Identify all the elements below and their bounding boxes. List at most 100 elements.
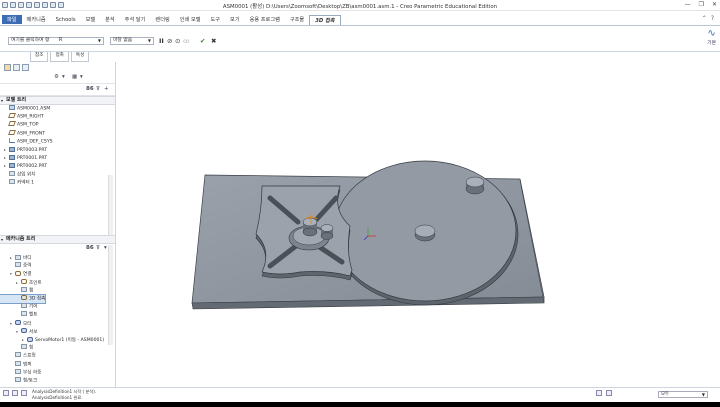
tree-item[interactable]: ASM_DEF_CSYS: [0, 137, 53, 146]
ok-button[interactable]: ✔: [200, 37, 205, 45]
menu-tab[interactable]: 파일: [2, 15, 22, 24]
tree-item[interactable]: 스프링: [0, 352, 36, 360]
show-icon[interactable]: 86: [86, 245, 94, 251]
menu-tab[interactable]: Schools: [51, 16, 81, 24]
tree-item[interactable]: 중력: [0, 262, 31, 270]
contact-3d-icon: [21, 295, 27, 300]
tree-item[interactable]: 댐퍼: [0, 360, 31, 369]
tree-item-label: 벨트: [29, 312, 38, 318]
restore-button[interactable]: ❐: [699, 1, 704, 8]
tree-item[interactable]: 커넥터 1: [0, 178, 34, 187]
tree-item[interactable]: 힘/토크: [0, 377, 37, 385]
tree-columns-icon[interactable]: ▦: [72, 74, 77, 80]
tree-item[interactable]: 3D 접촉: [0, 294, 47, 304]
tree-item[interactable]: ▾ 연결: [0, 270, 31, 278]
chevron-down-icon[interactable]: ▾: [62, 74, 65, 80]
ribbon-collapse-icon[interactable]: ⌃: [702, 15, 707, 22]
navigator-toggle-icon[interactable]: [3, 390, 9, 396]
browser-toggle-icon[interactable]: [12, 390, 18, 396]
tree-settings-icon[interactable]: ⚙: [54, 74, 59, 80]
tree-item[interactable]: ▸ 조인트: [0, 279, 42, 287]
menu-tab[interactable]: 주석 달기: [120, 15, 151, 24]
mechanism-tree-scrollbar[interactable]: [108, 245, 113, 345]
drive-pin[interactable]: [465, 176, 485, 195]
large-disc[interactable]: [333, 160, 519, 306]
tree-item-label: 바디: [23, 256, 32, 261]
model-tree-header[interactable]: ▾ 모델 트리: [0, 96, 115, 105]
menu-tab[interactable]: 분석: [100, 15, 120, 24]
appearance-control[interactable]: ∿ 기본: [707, 29, 716, 47]
close-button[interactable]: ✕: [712, 1, 717, 8]
ribbon-subtab[interactable]: 접촉: [50, 52, 69, 62]
friction-type-dropdown[interactable]: 마찰 없음 ▼: [110, 37, 154, 45]
tree-item-label: PRT0003.PRT: [17, 148, 48, 153]
tree-item[interactable]: 벨트: [0, 311, 37, 319]
help-area: ⌃ ?: [702, 15, 714, 22]
minimize-button[interactable]: —: [685, 1, 691, 8]
tree-item[interactable]: 기어: [0, 303, 37, 311]
menu-tab[interactable]: 보기: [225, 15, 245, 24]
tree-item[interactable]: ▾ 모터: [0, 320, 31, 328]
tree-item[interactable]: ▸ PRT0002.PRT: [0, 162, 47, 170]
tree-item[interactable]: ▸ PRT0003.PRT: [0, 146, 47, 154]
filter-icon[interactable]: ⊽: [96, 86, 100, 92]
chevron-down-icon: ▼: [701, 392, 705, 397]
tree-item[interactable]: ASM_RIGHT: [0, 113, 44, 121]
tree-item-label: ASM0001.ASM: [17, 106, 51, 112]
preview-icon[interactable]: ⊘: [167, 37, 172, 45]
pause-button[interactable]: II: [159, 37, 164, 45]
selection-tool-icon[interactable]: [606, 390, 612, 396]
selection-filter-dropdown[interactable]: 모두 ▼: [658, 391, 708, 398]
tree-item[interactable]: 힘: [0, 344, 33, 352]
status-message-2: AnalysisDefinition1 완료.: [32, 395, 83, 400]
menu-tab[interactable]: 응용 프로그램: [245, 15, 285, 24]
menu-tab[interactable]: 렌더링: [150, 15, 174, 24]
tree-item[interactable]: ▸ 바디: [0, 254, 31, 262]
connector-icon: [9, 178, 15, 184]
part-icon: [9, 154, 15, 160]
model-tree-tab-icon[interactable]: [4, 64, 11, 71]
collapse-icon: ▾: [1, 98, 4, 103]
show-icon[interactable]: 86: [86, 86, 94, 92]
ribbon-subtab[interactable]: 참조: [30, 52, 49, 62]
menu-tab[interactable]: 도구: [206, 15, 226, 24]
favorites-tab-icon[interactable]: [22, 64, 29, 71]
tree-item-label: 기어: [29, 304, 38, 310]
folder-browser-tab-icon[interactable]: [13, 64, 20, 71]
cancel-button[interactable]: ✖: [211, 37, 216, 45]
model-tree-scrollbar[interactable]: [108, 175, 113, 241]
tree-item[interactable]: ▸ PRT0001.PRT: [0, 154, 47, 162]
graphics-viewport[interactable]: [118, 62, 720, 387]
reference-collector[interactable]: 여기를 클릭하여 항 R ▼: [8, 37, 104, 45]
menu-tab[interactable]: 3D 접촉: [309, 14, 341, 25]
help-icon[interactable]: ?: [711, 15, 714, 22]
tree-item-label: ASM_RIGHT: [17, 114, 44, 120]
tree-item[interactable]: 캠: [0, 286, 33, 295]
tree-item[interactable]: ASM_FRONT: [0, 129, 45, 138]
verify-icon[interactable]: ⊙: [175, 37, 180, 45]
tree-item[interactable]: 부싱 하중: [0, 368, 41, 377]
contact-3d-ribbon: 여기를 클릭하여 항 R ▼ 마찰 없음 ▼ II ⊘ ⊙ ꝏ ✔ ✖ ∿ 기본: [0, 25, 720, 52]
mechanism-tree-header[interactable]: ▾ 메카니즘 트리: [0, 235, 115, 244]
chevron-down-icon[interactable]: ▾: [104, 245, 107, 251]
tree-item[interactable]: ▸ ServoMotor1 (이동 - ASM0001): [0, 336, 104, 344]
assembly-model-view[interactable]: [118, 62, 720, 387]
menu-tab[interactable]: 구조물: [285, 15, 309, 24]
tree-item[interactable]: ASM0001.ASM: [0, 105, 50, 113]
gravity-icon: [15, 262, 21, 268]
add-icon[interactable]: +: [104, 86, 109, 92]
title-bar: ASM0001 (활성) D:\Users\Zoomsoft\Desktop\Z…: [0, 0, 720, 11]
tree-item[interactable]: ▾ 서보: [0, 328, 37, 336]
tree-item[interactable]: ASM_TOP: [0, 121, 39, 129]
filter-icon[interactable]: ⊽: [96, 245, 100, 251]
chevron-down-icon[interactable]: ▾: [80, 74, 83, 80]
tree-item[interactable]: 삽입 위치: [0, 170, 35, 179]
fullscreen-icon[interactable]: [21, 390, 27, 396]
insert-here-icon: [9, 170, 15, 176]
menu-tab[interactable]: 인쇄 모델: [175, 15, 206, 24]
menu-tab[interactable]: 메카니즘: [22, 15, 51, 24]
regenerate-status-icon[interactable]: [596, 390, 602, 396]
menu-tab[interactable]: 모델: [81, 15, 101, 24]
glasses-icon[interactable]: ꝏ: [183, 37, 190, 45]
ribbon-subtab[interactable]: 특성: [70, 52, 90, 62]
